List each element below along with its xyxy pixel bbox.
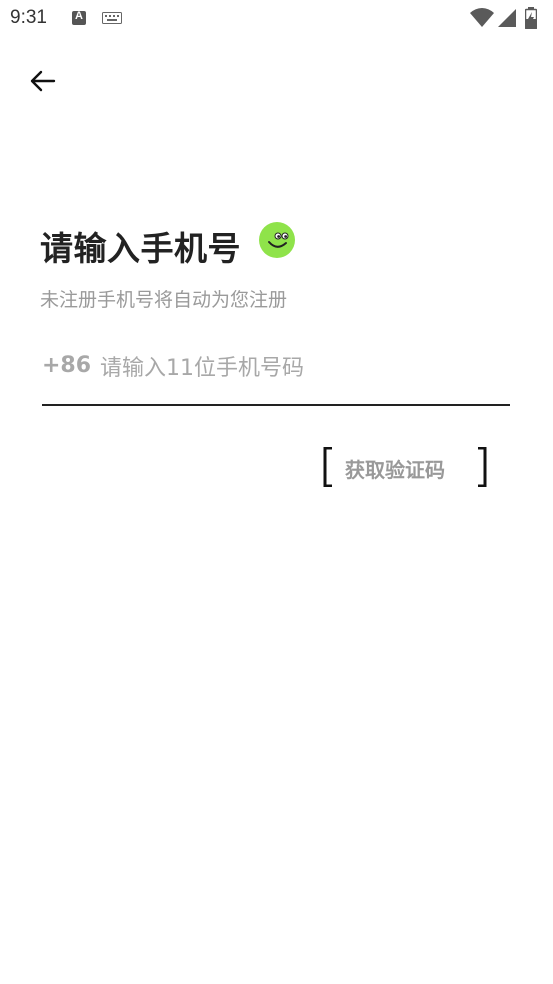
- page-subtitle: 未注册手机号将自动为您注册: [40, 289, 288, 311]
- status-bar: 9:31 A: [0, 0, 553, 38]
- bracket-right-icon: [478, 447, 487, 487]
- country-code[interactable]: +86: [42, 353, 91, 378]
- back-button[interactable]: [26, 64, 60, 98]
- keyboard-icon: [102, 12, 122, 24]
- get-code-button[interactable]: 获取验证码: [321, 447, 489, 487]
- get-code-label: 获取验证码: [345, 458, 445, 482]
- input-underline: [42, 404, 510, 406]
- phone-input-row: +86: [42, 346, 510, 406]
- bracket-left-icon: [323, 447, 332, 487]
- app-notification-icon: A: [72, 10, 86, 25]
- arrow-left-icon: [30, 70, 56, 92]
- page-title: 请输入手机号: [40, 229, 241, 268]
- app-notification-letter: A: [75, 10, 83, 22]
- wifi-icon: [470, 8, 494, 27]
- phone-input[interactable]: [100, 346, 500, 390]
- smile-face-icon: [259, 222, 295, 258]
- signal-icon: [498, 9, 516, 27]
- status-time: 9:31: [10, 7, 47, 28]
- battery-charging-icon: [525, 7, 537, 29]
